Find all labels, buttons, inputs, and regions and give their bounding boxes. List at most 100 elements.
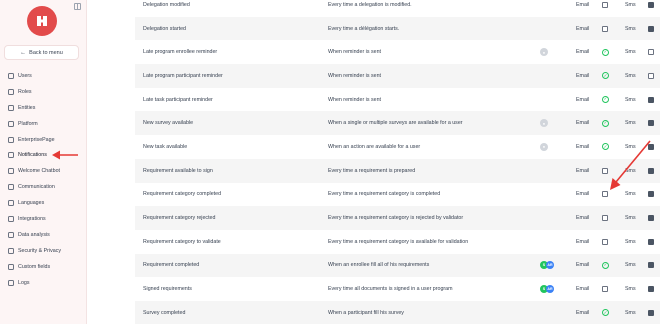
sms-checkbox[interactable] [648,120,654,127]
custom-fields-icon [8,263,14,270]
sidebar-item-integrations[interactable]: Integrations [0,211,87,227]
sidebar-item-welcome-chatbot[interactable]: Welcome Chatbot [0,163,87,179]
sms-checkbox[interactable] [648,262,654,269]
sidebar-item-logs[interactable]: Logs [0,275,87,291]
sidebar-item-roles[interactable]: Roles [0,84,87,100]
sms-checkbox[interactable] [648,215,654,222]
sidebar-item-entities[interactable]: Entities [0,100,87,116]
sms-checkbox[interactable] [648,238,654,245]
email-checkbox[interactable] [602,25,608,32]
back-to-menu-label: Back to menu [29,49,63,56]
notification-name: Signed requirements [143,286,192,293]
sms-checkbox[interactable] [648,49,654,56]
notification-description: When an action are available for a user [328,143,421,150]
email-checkbox[interactable] [602,215,608,222]
email-label: Email [576,191,590,198]
sms-label: Sms [625,309,636,316]
user-placeholder-icon: ● [540,48,548,57]
notification-description: Every time a requirement category is com… [328,191,441,198]
sms-label: Sms [625,49,636,56]
email-checkbox[interactable] [602,191,608,198]
platform-icon [8,120,14,127]
sidebar-item-enterprise-page[interactable]: EnterprisePage [0,132,87,148]
notification-name: Requirement completed [143,262,200,269]
email-checkbox[interactable] [602,286,608,293]
notification-description: When a participant fill his survey [328,309,404,316]
notification-name: Late program participant reminder [143,72,223,79]
notification-name: Late program enrollee reminder [143,49,218,56]
sms-checkbox[interactable] [648,309,654,316]
avatar: ● [540,142,548,151]
email-label: Email [576,286,590,293]
notification-description: Every time a requirement is prepared [328,167,416,174]
sms-label: Sms [625,262,636,269]
back-to-menu-button[interactable]: ← Back to menu [4,45,79,60]
notification-name: Delegation started [143,25,186,32]
avatar: AR [546,285,554,294]
avatar-group: S AR [540,261,554,270]
user-placeholder-icon: ● [540,119,548,128]
notification-name: Late task participant reminder [143,96,213,103]
annotation-arrow-left-icon [52,150,78,160]
email-label: Email [576,309,590,316]
sidebar-nav: Users Roles Entities Platform Enterprise… [0,68,87,290]
table-row: New survey available When a single or mu… [135,111,660,136]
email-label: Email [576,238,590,245]
email-enabled-check-icon[interactable]: ✓ [602,96,609,104]
user-placeholder-icon: ● [540,142,548,151]
table-row: New task available When an action are av… [135,135,660,159]
sidebar-item-label: Roles [18,88,32,95]
email-enabled-check-icon[interactable]: ✓ [602,48,609,56]
annotation-arrow-down-left-icon [610,140,651,190]
email-label: Email [576,215,590,222]
table-row: Late task participant reminder When remi… [135,88,660,112]
sidebar-item-label: Data analysis [18,231,50,238]
sidebar-item-security-privacy[interactable]: Security & Privacy [0,243,87,259]
avatar-group: S AR [540,285,554,294]
sms-checkbox[interactable] [648,286,654,293]
email-label: Email [576,96,590,103]
avatar: ● [540,48,548,57]
notification-description: When reminder is sent [328,96,381,103]
email-checkbox[interactable] [602,1,608,8]
sidebar-item-label: Custom fields [18,263,51,270]
sms-checkbox[interactable] [648,96,654,103]
sidebar: ← Back to menu Users Roles Entities Plat… [0,0,87,324]
sms-label: Sms [625,72,636,79]
table-row: Late program enrollee reminder When remi… [135,40,660,64]
notification-description: When reminder is sent [328,72,381,79]
notification-description: When an enrollee fill all of his require… [328,262,430,269]
app-logo[interactable] [27,6,57,36]
sms-label: Sms [625,215,636,222]
sms-label: Sms [625,286,636,293]
notification-name: Requirement category rejected [143,215,216,222]
sidebar-item-data-analysis[interactable]: Data analysis [0,227,87,243]
email-enabled-check-icon[interactable]: ✓ [602,119,609,127]
bell-icon [8,152,14,159]
email-enabled-check-icon[interactable]: ✓ [602,72,609,80]
sidebar-item-label: Security & Privacy [18,247,61,254]
email-label: Email [576,120,590,127]
sidebar-item-label: Languages [18,200,45,207]
notifications-table: Delegation modified Every time a delegat… [135,0,660,324]
notification-description: Every time all documents is signed in a … [328,286,453,293]
sidebar-item-communication[interactable]: Communication [0,179,87,195]
email-label: Email [576,262,590,269]
email-enabled-check-icon[interactable]: ✓ [602,309,609,317]
notification-description: When a single or multiple surveys are av… [328,120,463,127]
email-enabled-check-icon[interactable]: ✓ [602,261,609,269]
sidebar-collapse-icon[interactable] [74,3,81,10]
shield-icon [8,247,14,254]
sidebar-item-label: Entities [18,104,36,111]
sms-checkbox[interactable] [648,191,654,198]
sidebar-item-label: Notifications [18,152,47,159]
notification-name: Requirement category to validate [143,238,221,245]
email-checkbox[interactable] [602,238,608,245]
sidebar-item-languages[interactable]: Languages [0,195,87,211]
sidebar-item-platform[interactable]: Platform [0,116,87,132]
sms-checkbox[interactable] [648,25,654,32]
sms-checkbox[interactable] [648,72,654,79]
sidebar-item-users[interactable]: Users [0,68,87,84]
sms-checkbox[interactable] [648,1,654,8]
sidebar-item-custom-fields[interactable]: Custom fields [0,259,87,275]
